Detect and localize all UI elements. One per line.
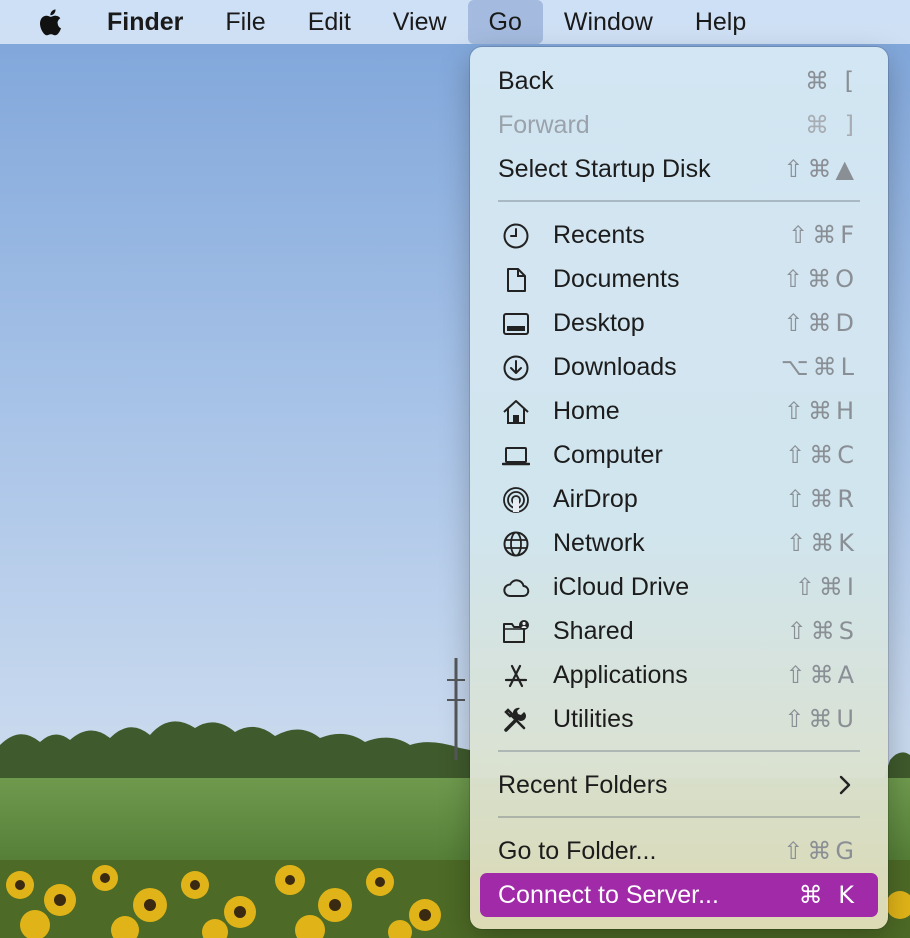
menu-item-forward: Forward ⌘ ] — [480, 103, 878, 147]
shortcut-label: ⌘ K — [798, 881, 858, 909]
menu-go[interactable]: Go — [467, 0, 543, 44]
shortcut-label: ⇧⌘R — [785, 485, 858, 513]
shortcut-label: ⇧⌘K — [786, 529, 858, 557]
apple-logo-icon — [40, 9, 62, 36]
menu-item-label: Go to Folder... — [498, 836, 657, 865]
menu-item-shared[interactable]: Shared ⇧⌘S — [480, 609, 878, 653]
menu-item-documents[interactable]: Documents ⇧⌘O — [480, 257, 878, 301]
shortcut-label: ⇧⌘H — [783, 397, 858, 425]
shortcut-label: ⌘ ] — [805, 111, 858, 139]
shortcut-label: ⇧⌘A — [785, 661, 858, 689]
shortcut-label: ⇧⌘F — [788, 221, 858, 249]
menu-item-label: Shared — [553, 616, 634, 645]
menu-item-label: Applications — [553, 660, 688, 689]
apple-menu[interactable] — [0, 0, 86, 44]
desktop-icon — [502, 310, 530, 338]
menu-separator — [498, 750, 860, 752]
menu-item-downloads[interactable]: Downloads ⌥⌘L — [480, 345, 878, 389]
chevron-right-icon — [839, 775, 851, 795]
menu-item-back[interactable]: Back ⌘ [ — [480, 59, 878, 103]
menu-item-label: Computer — [553, 440, 663, 469]
shared-folder-icon — [502, 618, 530, 646]
cloud-icon — [502, 574, 530, 602]
menu-item-utilities[interactable]: Utilities ⇧⌘U — [480, 697, 878, 741]
tools-icon — [502, 706, 530, 734]
menu-item-home[interactable]: Home ⇧⌘H — [480, 389, 878, 433]
menu-item-airdrop[interactable]: AirDrop ⇧⌘R — [480, 477, 878, 521]
menu-item-label: Recents — [553, 220, 645, 249]
menu-item-connect-to-server[interactable]: Connect to Server... ⌘ K — [480, 873, 878, 917]
menu-file[interactable]: File — [204, 0, 286, 44]
menu-item-label: Forward — [498, 110, 590, 139]
menu-separator — [498, 200, 860, 202]
menu-item-recent-folders[interactable]: Recent Folders — [480, 763, 878, 807]
menu-item-network[interactable]: Network ⇧⌘K — [480, 521, 878, 565]
menu-item-desktop[interactable]: Desktop ⇧⌘D — [480, 301, 878, 345]
menu-bar: Finder File Edit View Go Window Help — [0, 0, 910, 44]
shortcut-label: ⇧⌘▲ — [783, 155, 858, 183]
menu-item-label: Desktop — [553, 308, 645, 337]
menu-item-applications[interactable]: Applications ⇧⌘A — [480, 653, 878, 697]
menu-item-label: Utilities — [553, 704, 634, 733]
document-icon — [502, 266, 530, 294]
menu-item-recents[interactable]: Recents ⇧⌘F — [480, 213, 878, 257]
home-icon — [502, 398, 530, 426]
menu-item-label: Home — [553, 396, 620, 425]
shortcut-label: ⇧⌘I — [794, 573, 858, 601]
menu-item-label: Connect to Server... — [498, 880, 719, 909]
menu-item-label: Downloads — [553, 352, 677, 381]
menu-item-icloud-drive[interactable]: iCloud Drive ⇧⌘I — [480, 565, 878, 609]
go-menu-dropdown: Back ⌘ [ Forward ⌘ ] Select Startup Disk… — [470, 47, 888, 929]
menu-item-label: AirDrop — [553, 484, 638, 513]
menu-item-label: Back — [498, 66, 554, 95]
shortcut-label: ⇧⌘S — [786, 617, 858, 645]
menu-item-label: Network — [553, 528, 645, 557]
menu-item-go-to-folder[interactable]: Go to Folder... ⇧⌘G — [480, 829, 878, 873]
laptop-icon — [502, 442, 530, 470]
menu-item-label: Recent Folders — [498, 770, 668, 799]
menu-separator — [498, 816, 860, 818]
shortcut-label: ⇧⌘C — [785, 441, 858, 469]
menu-edit[interactable]: Edit — [287, 0, 372, 44]
applications-icon — [502, 662, 530, 690]
shortcut-label: ⌘ [ — [805, 67, 858, 95]
menu-item-select-startup-disk[interactable]: Select Startup Disk ⇧⌘▲ — [480, 147, 878, 191]
menu-item-label: Select Startup Disk — [498, 154, 711, 183]
menu-help[interactable]: Help — [674, 0, 767, 44]
shortcut-label: ⌥⌘L — [780, 353, 858, 381]
download-icon — [502, 354, 530, 382]
shortcut-label: ⇧⌘G — [783, 837, 858, 865]
shortcut-label: ⇧⌘D — [783, 309, 858, 337]
globe-icon — [502, 530, 530, 558]
shortcut-label: ⇧⌘O — [783, 265, 858, 293]
shortcut-label: ⇧⌘U — [784, 705, 858, 733]
menu-item-label: Documents — [553, 264, 680, 293]
clock-icon — [502, 222, 530, 250]
menu-finder[interactable]: Finder — [86, 0, 204, 44]
menu-item-computer[interactable]: Computer ⇧⌘C — [480, 433, 878, 477]
menu-view[interactable]: View — [372, 0, 468, 44]
menu-window[interactable]: Window — [543, 0, 674, 44]
airdrop-icon — [502, 486, 530, 514]
menu-item-label: iCloud Drive — [553, 572, 690, 601]
